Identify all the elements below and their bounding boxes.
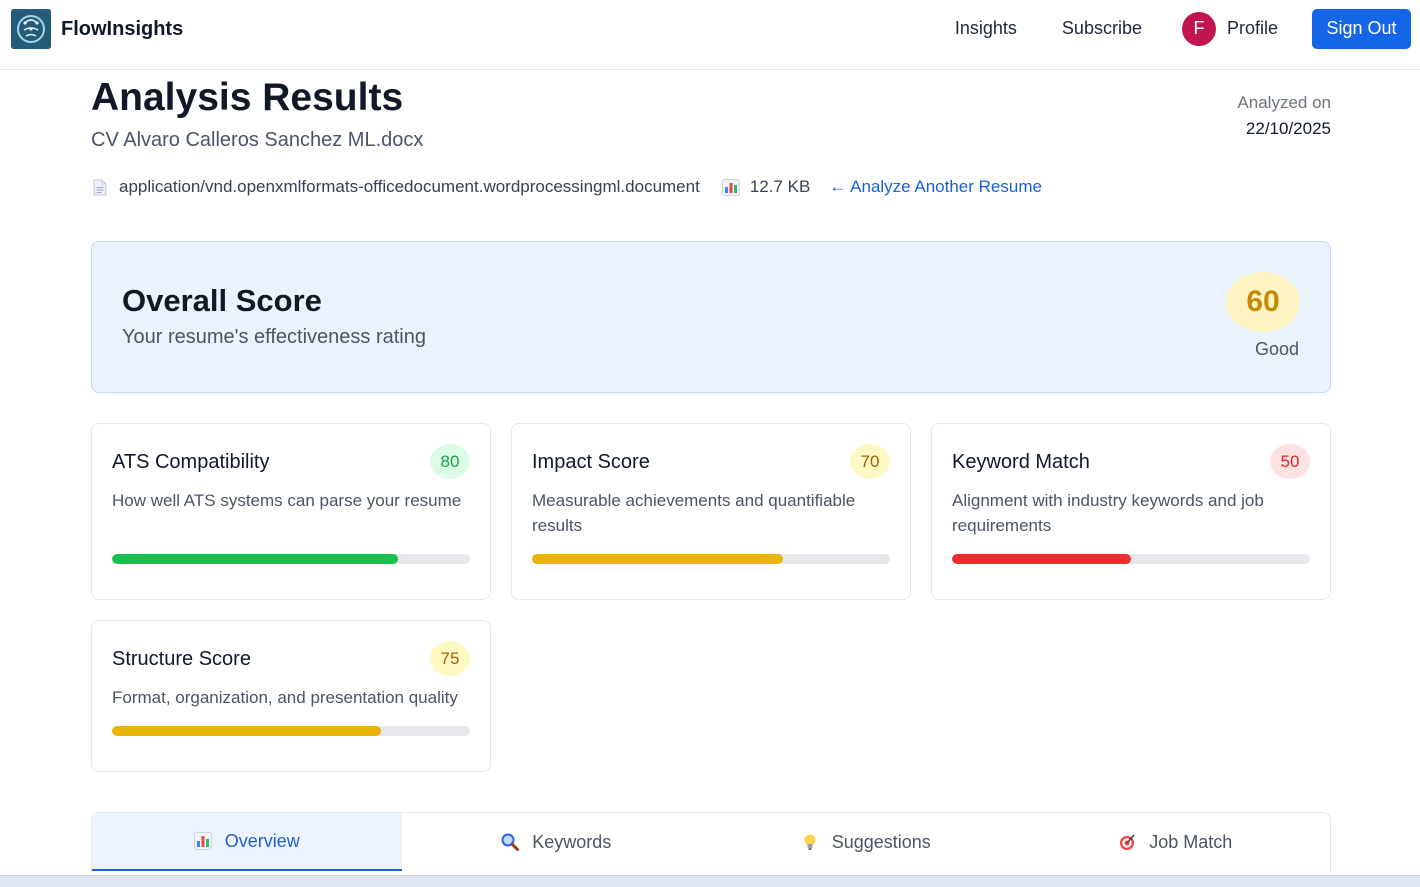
sign-out-button[interactable]: Sign Out	[1312, 8, 1411, 49]
score-card-impact: Impact Score 70 Measurable achievements …	[511, 423, 911, 600]
score-card-title: ATS Compatibility	[112, 451, 270, 473]
file-type: application/vnd.openxmlformats-officedoc…	[119, 177, 700, 196]
score-card-description: Format, organization, and presentation q…	[112, 688, 458, 707]
progress-bar	[112, 554, 470, 564]
score-badge: 75	[430, 641, 470, 676]
tab-suggestions[interactable]: Suggestions	[711, 813, 1021, 871]
nav-links: Insights Subscribe F Profile Sign Out	[955, 8, 1411, 49]
score-card-description: Measurable achievements and quantifiable…	[532, 491, 856, 535]
score-card-description: How well ATS systems can parse your resu…	[112, 491, 462, 510]
analyze-another-link[interactable]: ← Analyze Another Resume	[829, 177, 1042, 197]
lightbulb-icon	[804, 834, 816, 850]
score-card-title: Keyword Match	[952, 451, 1090, 473]
window-bottom-edge	[0, 875, 1420, 887]
tab-label: Job Match	[1149, 831, 1233, 852]
brand-name: FlowInsights	[61, 17, 184, 40]
progress-fill	[112, 554, 399, 564]
bar-chart-icon	[193, 832, 212, 850]
score-card-structure: Structure Score 75 Format, organization,…	[91, 620, 491, 772]
file-meta: application/vnd.openxmlformats-officedoc…	[93, 177, 1042, 197]
brain-logo-icon	[11, 9, 51, 49]
target-icon	[1120, 834, 1135, 850]
progress-bar	[952, 554, 1310, 564]
analyzed-info: Analyzed on 22/10/2025	[1237, 93, 1331, 139]
brand[interactable]: FlowInsights	[11, 9, 183, 49]
overall-score-rating: Good	[1254, 339, 1299, 359]
tab-label: Overview	[224, 830, 300, 851]
overall-score-badge: 60	[1226, 272, 1300, 332]
tab-label: Suggestions	[831, 831, 931, 852]
magnifier-icon	[501, 833, 520, 851]
bar-chart-icon	[721, 178, 740, 196]
overall-score-subtitle: Your resume's effectiveness rating	[122, 326, 426, 348]
file-name: CV Alvaro Calleros Sanchez ML.docx	[91, 129, 424, 151]
file-size: 12.7 KB	[749, 177, 811, 196]
analyzed-date: 22/10/2025	[1245, 119, 1331, 138]
score-card-description: Alignment with industry keywords and job…	[952, 491, 1264, 535]
document-icon	[93, 179, 107, 195]
tab-overview[interactable]: Overview	[92, 813, 402, 871]
tab-keywords[interactable]: Keywords	[402, 813, 712, 871]
top-navbar: FlowInsights Insights Subscribe F Profil…	[0, 0, 1420, 70]
score-badge: 80	[430, 444, 470, 479]
nav-subscribe-link[interactable]: Subscribe	[1062, 18, 1142, 39]
overall-score-card: Overall Score Your resume's effectivenes…	[91, 241, 1331, 393]
tab-label: Keywords	[532, 831, 612, 852]
overall-score-title: Overall Score	[122, 283, 322, 318]
progress-bar	[112, 726, 470, 736]
progress-fill	[112, 726, 381, 736]
score-card-keyword: Keyword Match 50 Alignment with industry…	[931, 423, 1331, 600]
analyzed-label: Analyzed on	[1237, 93, 1331, 112]
progress-fill	[952, 554, 1131, 564]
profile-menu[interactable]: F Profile	[1181, 11, 1278, 46]
profile-label: Profile	[1226, 18, 1278, 38]
score-card-title: Impact Score	[532, 451, 650, 473]
tab-job-match[interactable]: Job Match	[1021, 813, 1331, 871]
avatar: F	[1181, 11, 1216, 46]
progress-fill	[532, 554, 783, 564]
page-title: Analysis Results	[91, 76, 404, 119]
score-card-ats: ATS Compatibility 80 How well ATS system…	[91, 423, 491, 600]
analysis-tabs: Overview Keywords Suggestions Job Match	[91, 812, 1331, 872]
progress-bar	[532, 554, 890, 564]
score-badge: 70	[850, 444, 890, 479]
score-badge: 50	[1270, 444, 1310, 479]
score-card-title: Structure Score	[112, 648, 251, 670]
nav-insights-link[interactable]: Insights	[955, 18, 1017, 39]
